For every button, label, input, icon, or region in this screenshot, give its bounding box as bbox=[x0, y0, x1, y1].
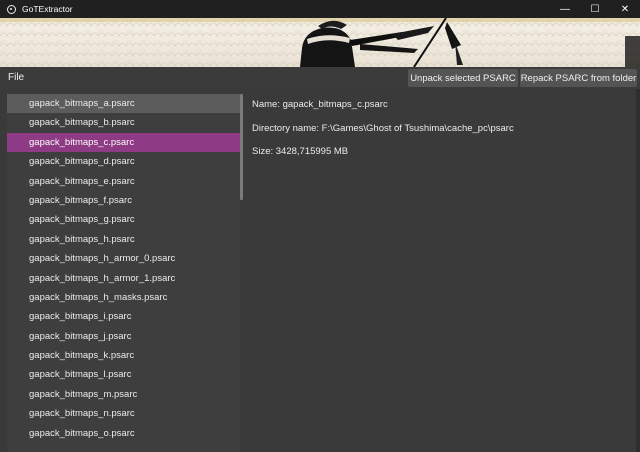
list-item[interactable]: gapack_bitmaps_n.psarc bbox=[7, 404, 240, 423]
window-controls: — ☐ ✕ bbox=[550, 0, 640, 18]
close-button[interactable]: ✕ bbox=[610, 0, 640, 18]
unpack-selected-psarc-button[interactable]: Unpack selected PSARC bbox=[408, 69, 518, 87]
list-item[interactable]: gapack_bitmaps_i.psarc bbox=[7, 307, 240, 326]
list-item[interactable]: gapack_bitmaps_b.psarc bbox=[7, 113, 240, 132]
list-item[interactable]: gapack_bitmaps_h_masks.psarc bbox=[7, 288, 240, 307]
file-size-label: Size: 3428,715995 MB bbox=[252, 146, 349, 157]
window-edge bbox=[636, 89, 640, 452]
title-bar: GoTExtractor — ☐ ✕ bbox=[0, 0, 640, 18]
list-item[interactable]: gapack_bitmaps_h.psarc bbox=[7, 230, 240, 249]
window-title: GoTExtractor bbox=[22, 4, 73, 14]
directory-name-label: Directory name: F:\Games\Ghost of Tsushi… bbox=[252, 123, 514, 134]
list-item[interactable]: gapack_bitmaps_g.psarc bbox=[7, 210, 240, 229]
header-banner-image bbox=[0, 18, 640, 67]
file-menu[interactable]: File bbox=[8, 72, 24, 83]
list-scrollbar[interactable] bbox=[240, 94, 243, 452]
maximize-button[interactable]: ☐ bbox=[580, 0, 610, 18]
list-item[interactable]: gapack_bitmaps_l.psarc bbox=[7, 365, 240, 384]
list-item[interactable]: gapack_bitmaps_c.psarc bbox=[7, 132, 240, 153]
list-item[interactable]: gapack_bitmaps_a.psarc bbox=[7, 94, 240, 114]
list-item[interactable]: gapack_bitmaps_o.psarc bbox=[7, 424, 240, 443]
list-item[interactable]: gapack_bitmaps_j.psarc bbox=[7, 327, 240, 346]
file-list-items: gapack_bitmaps_a.psarc gapack_bitmaps_b.… bbox=[7, 94, 240, 443]
list-item[interactable]: gapack_bitmaps_h_armor_0.psarc bbox=[7, 249, 240, 268]
list-item[interactable]: gapack_bitmaps_d.psarc bbox=[7, 152, 240, 171]
menu-bar: File Unpack selected PSARC Repack PSARC … bbox=[0, 67, 640, 89]
scrollbar-thumb[interactable] bbox=[240, 94, 243, 200]
list-item[interactable]: gapack_bitmaps_e.psarc bbox=[7, 172, 240, 191]
repack-psarc-from-folder-button[interactable]: Repack PSARC from folder bbox=[520, 69, 637, 87]
list-item[interactable]: gapack_bitmaps_m.psarc bbox=[7, 385, 240, 404]
psarc-file-list[interactable]: gapack_bitmaps_a.psarc gapack_bitmaps_b.… bbox=[7, 94, 240, 452]
list-item[interactable]: gapack_bitmaps_h_armor_1.psarc bbox=[7, 269, 240, 288]
list-item[interactable]: gapack_bitmaps_k.psarc bbox=[7, 346, 240, 365]
minimize-button[interactable]: — bbox=[550, 0, 580, 18]
list-item[interactable]: gapack_bitmaps_f.psarc bbox=[7, 191, 240, 210]
app-icon bbox=[7, 4, 16, 14]
file-name-label: Name: gapack_bitmaps_c.psarc bbox=[252, 99, 388, 110]
